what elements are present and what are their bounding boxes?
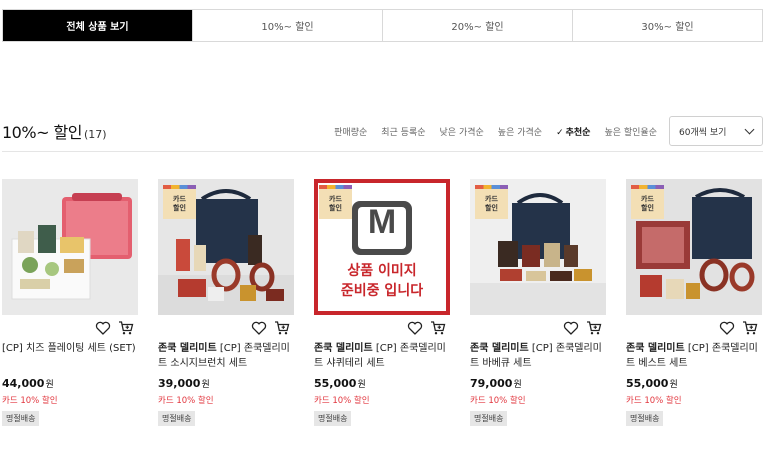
product-name[interactable]: 존쿡 델리미트 [CP] 존쿡델리미트 바베큐 세트 — [470, 341, 606, 373]
product-image[interactable]: 카드 할인 — [626, 179, 762, 315]
card-discount-label: 카드 10% 할인 — [314, 396, 370, 406]
product-actions — [2, 315, 138, 341]
sort-recommended[interactable]: 추천순 — [556, 125, 591, 138]
product-card[interactable]: [CP] 치즈 플레이팅 세트 (SET) 44,000원 카드 10% 할인 … — [2, 179, 138, 426]
cart-icon[interactable] — [118, 320, 134, 336]
cart-icon[interactable] — [430, 320, 446, 336]
heart-icon[interactable] — [95, 320, 111, 336]
product-actions — [470, 315, 606, 341]
product-image[interactable] — [2, 179, 138, 315]
delivery-tag: 명절배송 — [314, 411, 352, 426]
card-discount-badge: 카드 할인 — [319, 185, 352, 219]
sort-price-high[interactable]: 높은 가격순 — [498, 125, 542, 138]
product-price: 79,000원 — [470, 377, 522, 390]
tab-20-percent[interactable]: 20%~ 할인 — [382, 10, 572, 41]
heart-icon[interactable] — [719, 320, 735, 336]
product-card[interactable]: 카드 할인 존쿡 델리미트 [CP] 존쿡델리미트 베스트 세트 55,000원 … — [626, 179, 762, 426]
card-discount-label: 카드 10% 할인 — [2, 396, 58, 406]
tab-all-products[interactable]: 전체 상품 보기 — [3, 10, 192, 41]
cheese-set-image — [2, 179, 138, 315]
discount-tabs: 전체 상품 보기 10%~ 할인 20%~ 할인 30%~ 할인 — [2, 9, 763, 42]
sort-best-selling[interactable]: 판매량순 — [334, 125, 367, 138]
card-discount-label: 카드 10% 할인 — [626, 396, 682, 406]
heart-icon[interactable] — [407, 320, 423, 336]
cart-icon[interactable] — [274, 320, 290, 336]
heart-icon[interactable] — [563, 320, 579, 336]
product-name[interactable]: 존쿡 델리미트 [CP] 존쿡델리미트 소시지브런치 세트 — [158, 341, 294, 373]
product-name[interactable]: 존쿡 델리미트 [CP] 존쿡델리미트 샤퀴테리 세트 — [314, 341, 450, 373]
list-toolbar: 10%~ 할인 (17) 판매량순 최근 등록순 낮은 가격순 높은 가격순 추… — [2, 114, 763, 148]
delivery-tag: 명절배송 — [470, 411, 508, 426]
product-actions — [314, 315, 450, 341]
sort-price-low[interactable]: 낮은 가격순 — [440, 125, 484, 138]
product-image[interactable]: 카드 할인 — [158, 179, 294, 315]
product-name[interactable]: 존쿡 델리미트 [CP] 존쿡델리미트 베스트 세트 — [626, 341, 762, 373]
cart-icon[interactable] — [586, 320, 602, 336]
sort-discount-high[interactable]: 높은 할인율순 — [604, 125, 657, 138]
card-discount-badge: 카드 할인 — [163, 185, 196, 219]
cart-icon[interactable] — [742, 320, 758, 336]
product-price: 55,000원 — [314, 377, 366, 390]
product-card[interactable]: 카드 할인 존쿡 델리미트 [CP] 존쿡델리미트 바베큐 세트 79,000원 … — [470, 179, 606, 426]
divider — [2, 151, 763, 152]
card-discount-label: 카드 10% 할인 — [158, 396, 214, 406]
product-card[interactable]: M 상품 이미지 준비중 입니다 카드 할인 존쿡 델리미트 [CP] 존쿡델리미… — [314, 179, 450, 426]
product-image[interactable]: 카드 할인 — [470, 179, 606, 315]
result-count: (17) — [84, 128, 107, 141]
sort-newest[interactable]: 최근 등록순 — [381, 125, 425, 138]
product-actions — [158, 315, 294, 341]
chevron-down-icon — [744, 124, 755, 134]
delivery-tag: 명절배송 — [158, 411, 196, 426]
sort-options: 판매량순 최근 등록순 낮은 가격순 높은 가격순 추천순 높은 할인율순 60… — [320, 116, 763, 146]
product-price: 39,000원 — [158, 377, 210, 390]
page-size-select[interactable]: 60개씩 보기 — [669, 116, 763, 146]
product-grid: [CP] 치즈 플레이팅 세트 (SET) 44,000원 카드 10% 할인 … — [2, 179, 762, 426]
delivery-tag: 명절배송 — [2, 411, 40, 426]
card-discount-badge: 카드 할인 — [475, 185, 508, 219]
tab-10-percent[interactable]: 10%~ 할인 — [192, 10, 382, 41]
page-title: 10%~ 할인 — [2, 123, 83, 142]
list-heading: 10%~ 할인 (17) — [2, 119, 107, 143]
product-image[interactable]: M 상품 이미지 준비중 입니다 카드 할인 — [314, 179, 450, 315]
placeholder-text: 상품 이미지 준비중 입니다 — [340, 263, 424, 299]
delivery-tag: 명절배송 — [626, 411, 664, 426]
page-size-value: 60개씩 보기 — [679, 127, 727, 138]
card-discount-badge: 카드 할인 — [631, 185, 664, 219]
heart-icon[interactable] — [251, 320, 267, 336]
product-price: 44,000원 — [2, 377, 54, 390]
product-actions — [626, 315, 762, 341]
tab-30-percent[interactable]: 30%~ 할인 — [572, 10, 762, 41]
product-name[interactable]: [CP] 치즈 플레이팅 세트 (SET) — [2, 341, 138, 373]
card-discount-label: 카드 10% 할인 — [470, 396, 526, 406]
product-price: 55,000원 — [626, 377, 678, 390]
product-card[interactable]: 카드 할인 존쿡 델리미트 [CP] 존쿡델리미트 소시지브런치 세트 39,00… — [158, 179, 294, 426]
